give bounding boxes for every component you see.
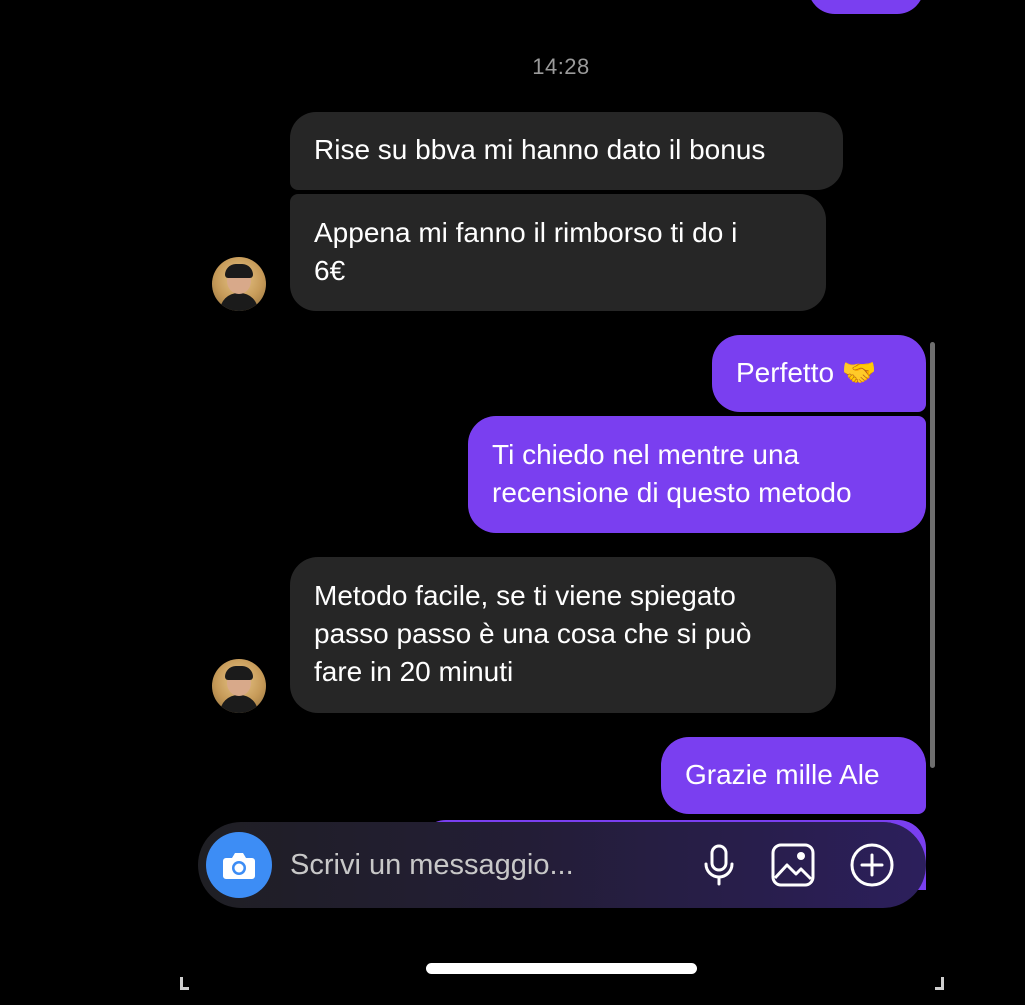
screen-corner-mark bbox=[935, 977, 944, 990]
contact-avatar[interactable] bbox=[212, 659, 266, 713]
avatar-hat bbox=[225, 666, 253, 680]
message-text-line: 6€ bbox=[314, 255, 346, 286]
incoming-message[interactable]: Metodo facile, se ti viene spiegato pass… bbox=[290, 557, 836, 713]
microphone-icon bbox=[704, 844, 734, 886]
message-text-line: recensione di questo metodo bbox=[492, 477, 852, 508]
scrollbar[interactable] bbox=[930, 342, 935, 768]
image-icon bbox=[771, 843, 815, 887]
message-text-line: Ti chiedo nel mentre una bbox=[492, 439, 800, 470]
screen-corner-mark bbox=[180, 977, 189, 990]
message-timestamp: 14:28 bbox=[532, 54, 590, 79]
camera-button[interactable] bbox=[206, 832, 272, 898]
message-text-line: Appena mi fanno il rimborso ti do i bbox=[314, 217, 738, 248]
message-text: Grazie mille Ale bbox=[685, 759, 880, 790]
message-text-line: passo passo è una cosa che si può bbox=[314, 618, 752, 649]
avatar-figure bbox=[220, 293, 258, 311]
message-text: Perfetto 🤝 bbox=[736, 357, 877, 388]
message-input[interactable] bbox=[290, 844, 680, 886]
incoming-message[interactable]: Rise su bbva mi hanno dato il bonus bbox=[290, 112, 843, 190]
home-indicator[interactable] bbox=[426, 963, 697, 974]
more-options-button[interactable] bbox=[849, 842, 895, 888]
outgoing-message[interactable]: Ti chiedo nel mentre una recensione di q… bbox=[468, 416, 926, 533]
contact-avatar[interactable] bbox=[212, 257, 266, 311]
message-text: Rise su bbva mi hanno dato il bonus bbox=[314, 134, 766, 165]
message-text-line: fare in 20 minuti bbox=[314, 656, 514, 687]
avatar-figure bbox=[220, 695, 258, 713]
camera-icon bbox=[223, 853, 255, 879]
microphone-button[interactable] bbox=[696, 842, 742, 888]
previous-outgoing-bubble[interactable] bbox=[808, 0, 924, 14]
avatar-hat bbox=[225, 264, 253, 278]
message-composer bbox=[198, 822, 926, 908]
incoming-message[interactable]: Appena mi fanno il rimborso ti do i 6€ bbox=[290, 194, 826, 311]
gallery-button[interactable] bbox=[770, 842, 816, 888]
outgoing-message[interactable]: Perfetto 🤝 bbox=[712, 335, 926, 412]
message-text-line: Metodo facile, se ti viene spiegato bbox=[314, 580, 736, 611]
chat-screen: 14:28 Rise su bbva mi hanno dato il bonu… bbox=[0, 0, 1025, 1005]
plus-circle-icon bbox=[850, 843, 894, 887]
outgoing-message[interactable]: Grazie mille Ale bbox=[661, 737, 926, 814]
